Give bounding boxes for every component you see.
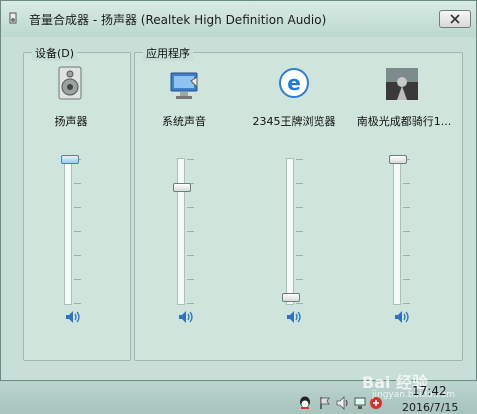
tick-mark [296,279,303,280]
tick-mark [74,231,81,232]
tick-mark [403,231,410,232]
tick-mark [296,207,303,208]
tick-mark [403,207,410,208]
applications-group-label: 应用程序 [143,45,193,61]
browser-e-icon[interactable]: e [276,65,312,101]
video-thumbnail-icon[interactable] [384,66,420,102]
tick-mark [403,279,410,280]
mute-button-speaker[interactable] [65,310,81,324]
volume-track-system-sounds[interactable] [177,158,185,305]
window-title: 音量合成器 - 扬声器 (Realtek High Definition Aud… [29,13,327,27]
system-sounds-icon[interactable] [167,67,203,103]
speaker-small-icon [9,12,17,24]
tick-mark [187,159,194,160]
channel-name-system-sounds: 系统声音 [162,115,206,128]
flag-tray-icon[interactable] [318,396,332,410]
volume-thumb-speaker[interactable] [61,155,79,164]
volume-track-video[interactable] [393,158,401,305]
tick-mark [187,279,194,280]
tick-mark [403,255,410,256]
close-icon [450,14,460,24]
mute-button-browser[interactable] [286,310,302,324]
tick-mark [74,207,81,208]
device-group-label: 设备(D) [32,45,78,61]
svg-text:e: e [287,71,301,95]
volume-thumb-system-sounds[interactable] [173,183,191,192]
volume-thumb-video[interactable] [389,155,407,164]
tick-mark [187,207,194,208]
tick-mark [74,303,81,304]
tick-mark [403,183,410,184]
tick-mark [74,183,81,184]
tick-mark [296,183,303,184]
speaker-device-icon[interactable] [53,65,89,101]
volume-mixer-window: 音量合成器 - 扬声器 (Realtek High Definition Aud… [0,0,477,381]
volume-thumb-browser[interactable] [282,293,300,302]
tick-marks-video [403,158,411,305]
tick-mark [296,159,303,160]
qq-tray-icon[interactable] [298,396,312,410]
tick-mark [296,303,303,304]
tick-mark [187,303,194,304]
volume-tray-icon[interactable] [336,396,350,410]
tick-mark [296,255,303,256]
tick-marks-speaker [74,158,82,305]
title-bar: 音量合成器 - 扬声器 (Realtek High Definition Aud… [1,1,476,37]
tick-mark [74,255,81,256]
channel-name-browser: 2345王牌浏览器 [252,115,336,128]
channel-name-video: 南极光成都骑行1... [356,115,452,128]
clock-date[interactable]: 2016/7/15 [402,401,458,414]
close-button[interactable] [439,10,471,28]
volume-track-speaker[interactable] [64,158,72,305]
network-tray-icon[interactable] [353,396,367,410]
tick-marks-browser [296,158,304,305]
tick-mark [403,303,410,304]
tick-mark [187,255,194,256]
tick-mark [296,231,303,232]
mute-button-video[interactable] [394,310,410,324]
mute-button-system-sounds[interactable] [178,310,194,324]
tick-mark [74,279,81,280]
tick-mark [187,231,194,232]
clock-time[interactable]: 17:42 [412,384,447,398]
volume-track-browser[interactable] [286,158,294,305]
tick-marks-system-sounds [187,158,195,305]
channel-name-speaker: 扬声器 [54,115,88,128]
